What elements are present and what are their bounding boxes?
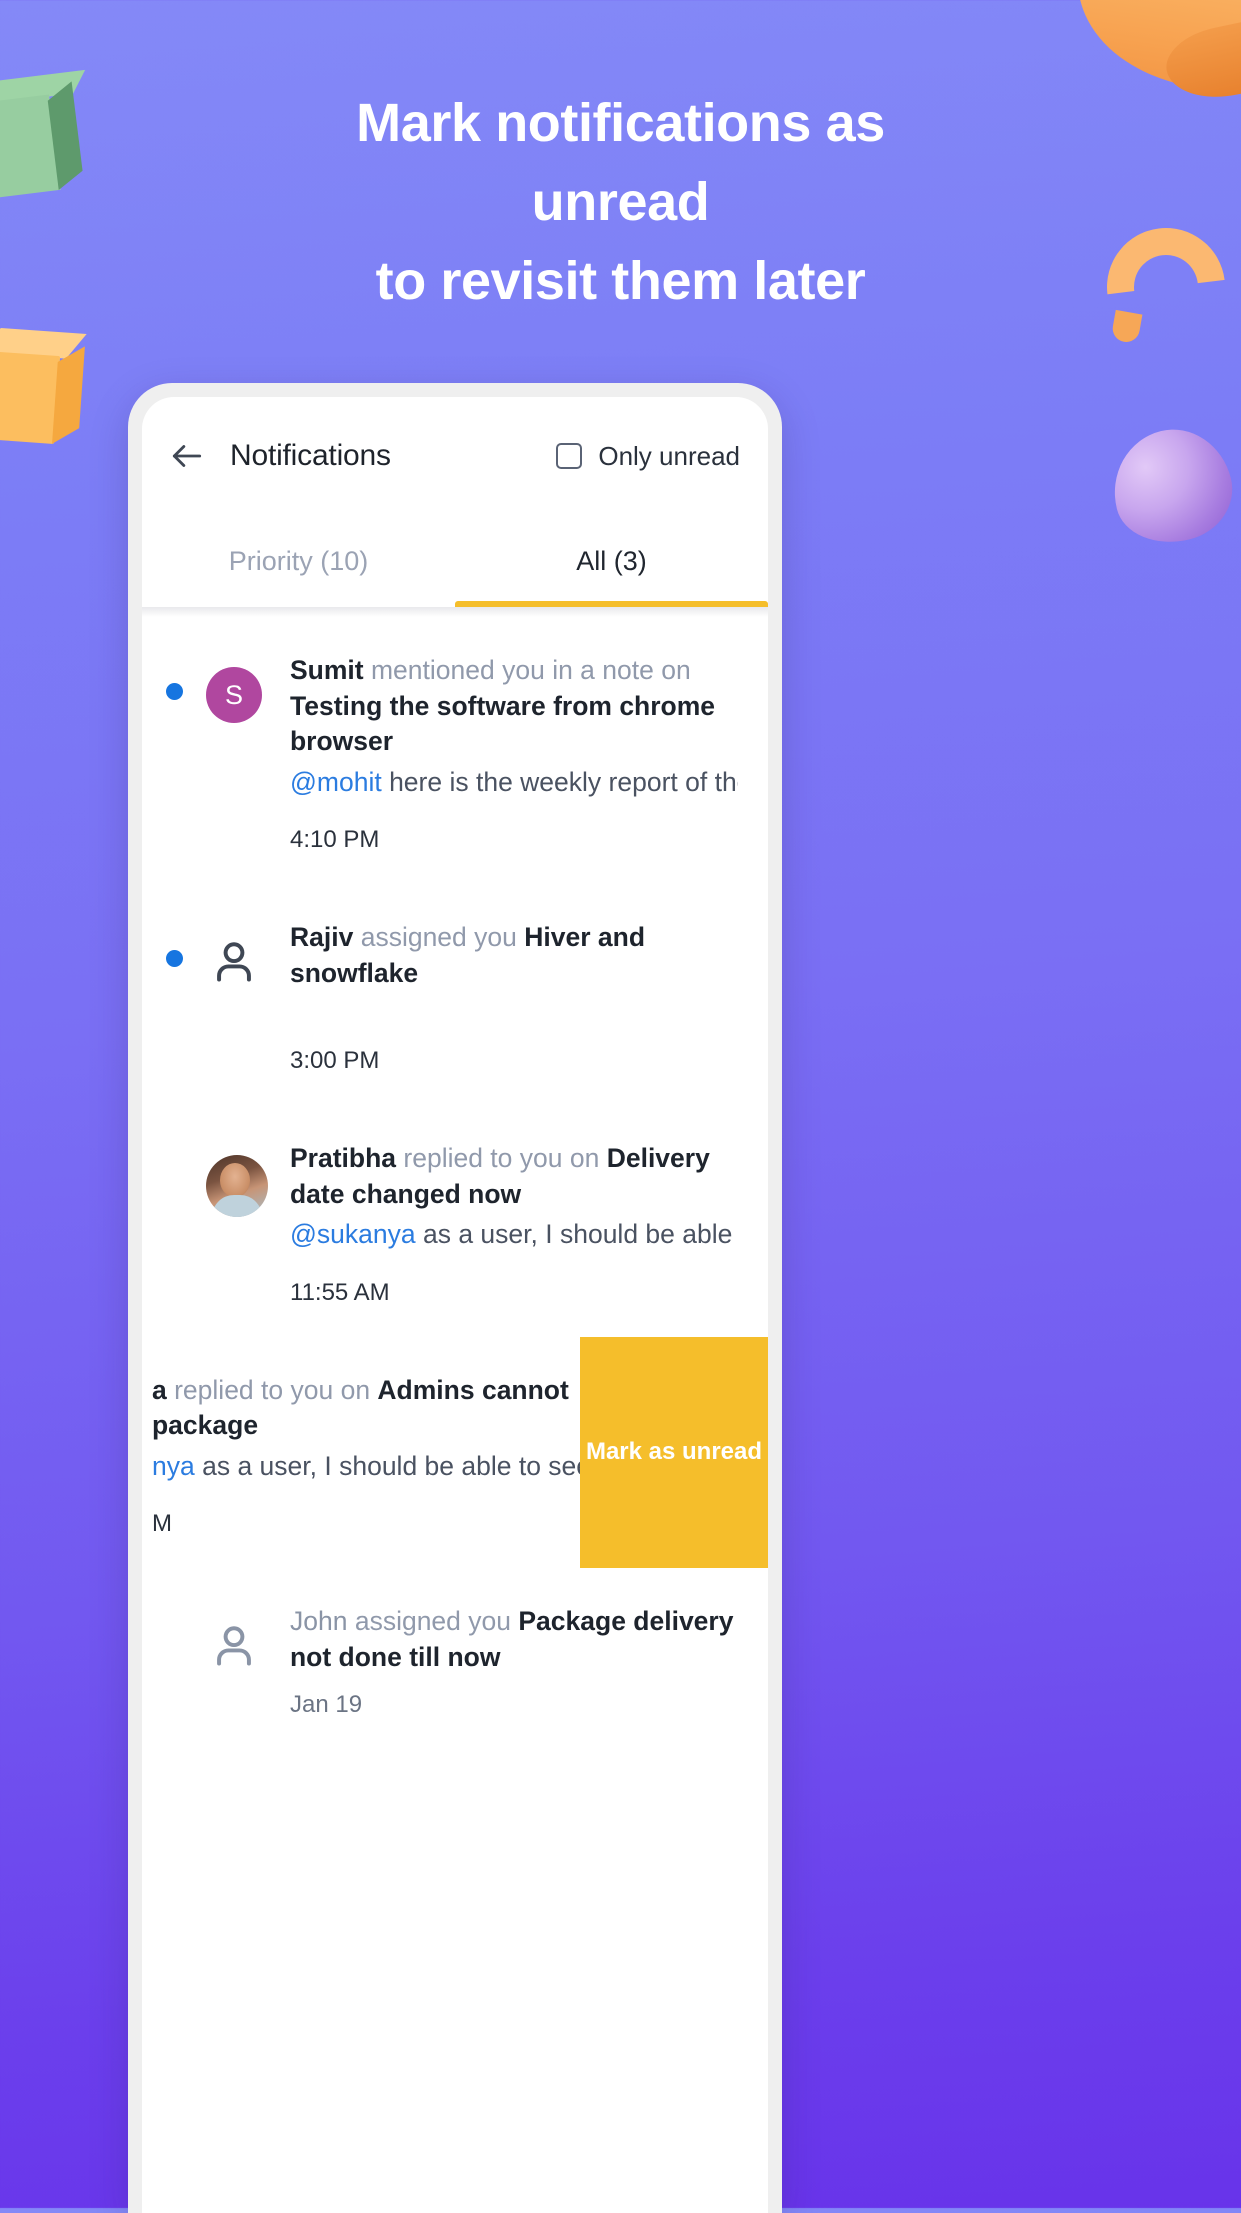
notification-preview: @mohit here is the weekly report of the … <box>290 765 738 801</box>
mark-as-unread-button[interactable]: Mark as unread <box>580 1336 768 1568</box>
notification-body: John assigned you Package delivery not d… <box>290 1604 738 1719</box>
notification-timestamp: 3:00 PM <box>290 1047 380 1074</box>
notification-preview: nya as a user, I should be able to see t… <box>152 1449 600 1485</box>
unread-indicator <box>166 1604 206 1719</box>
notification-headline: John assigned you Package delivery not d… <box>290 1604 738 1675</box>
notification-list: S Sumit mentioned you in a note on Testi… <box>142 617 768 1749</box>
notification-actor: Pratibha <box>290 1143 397 1173</box>
notification-item[interactable]: John assigned you Package delivery not d… <box>142 1568 768 1749</box>
preview-text: here is the weekly report of the la… <box>389 766 738 797</box>
avatar <box>206 920 290 1075</box>
notification-headline: a replied to you on Admins cannot packag… <box>152 1373 600 1444</box>
avatar <box>142 1373 152 1539</box>
notification-item[interactable]: S Sumit mentioned you in a note on Testi… <box>142 617 768 884</box>
app-header: Notifications Only unread <box>142 397 768 515</box>
arrow-left-icon[interactable] <box>168 437 206 475</box>
only-unread-checkbox[interactable] <box>556 443 583 469</box>
notification-headline: Sumit mentioned you in a note on Testing… <box>290 653 738 760</box>
mention-link[interactable]: @mohit <box>290 767 382 797</box>
unread-dot <box>166 950 183 967</box>
avatar <box>206 1604 290 1719</box>
mark-as-unread-label: Mark as unread <box>585 1438 763 1466</box>
unread-indicator <box>166 1141 206 1307</box>
tab-all-label: All (3) <box>576 545 647 576</box>
notification-verb: assigned you <box>353 922 525 952</box>
notification-swipe-content[interactable]: a replied to you on Admins cannot packag… <box>142 1336 630 1568</box>
headline-line-3: to revisit them later <box>375 250 866 311</box>
avatar-initial: S <box>206 667 262 723</box>
notification-subject: Testing the software from chrome browser <box>290 690 716 757</box>
phone-screen: Notifications Only unread Priority (10) … <box>142 397 768 2213</box>
notification-actor: Rajiv <box>290 922 354 952</box>
notification-verb: replied to you on <box>396 1143 607 1173</box>
notification-actor: Sumit <box>290 655 364 685</box>
unread-dot <box>166 683 183 700</box>
notification-headline: Rajiv assigned you Hiver and snowflake <box>290 920 738 991</box>
mention-link[interactable]: @sukanya <box>290 1219 416 1249</box>
tab-priority[interactable]: Priority (10) <box>142 515 455 607</box>
preview-text: as a user, I should be able to see trasn… <box>202 1450 600 1481</box>
notification-body: Rajiv assigned you Hiver and snowflake 3… <box>290 920 738 1075</box>
notification-body: Sumit mentioned you in a note on Testing… <box>290 653 738 854</box>
avatar-photo <box>206 1155 268 1217</box>
only-unread-label: Only unread <box>598 440 740 471</box>
notification-tabs: Priority (10) All (3) <box>142 515 768 607</box>
notification-preview: @sukanya as a user, I should be able to … <box>290 1217 738 1253</box>
person-icon <box>217 942 251 982</box>
tabs-divider <box>142 607 768 617</box>
mention-link[interactable]: nya <box>152 1451 195 1481</box>
notification-timestamp: 11:55 AM <box>290 1278 390 1306</box>
yellow-cube-decoration <box>0 326 87 445</box>
headline-line-1: Mark notifications as <box>356 93 885 153</box>
notification-timestamp: Jan 19 <box>290 1691 363 1718</box>
unread-indicator <box>166 653 206 854</box>
notification-item[interactable]: Pratibha replied to you on Delivery date… <box>142 1105 768 1337</box>
page-title: Notifications <box>230 439 391 472</box>
notification-headline: Pratibha replied to you on Delivery date… <box>290 1141 738 1212</box>
preview-text: as a user, I should be able to see t… <box>422 1219 738 1249</box>
only-unread-toggle[interactable]: Only unread <box>556 441 740 472</box>
notification-verb: assigned you <box>347 1606 519 1636</box>
purple-sphere-decoration <box>1101 417 1241 555</box>
notification-body: a replied to you on Admins cannot packag… <box>152 1373 600 1539</box>
person-icon <box>217 1626 251 1666</box>
notification-item-swiped[interactable]: a replied to you on Admins cannot packag… <box>142 1336 768 1568</box>
headline-line-2: unread <box>531 171 710 232</box>
notification-verb: mentioned you in a note on <box>363 655 691 685</box>
avatar <box>206 1141 290 1307</box>
notification-item[interactable]: Rajiv assigned you Hiver and snowflake 3… <box>142 884 768 1105</box>
notification-actor: John <box>290 1606 348 1636</box>
notification-actor: a <box>152 1374 167 1405</box>
phone-mockup: Notifications Only unread Priority (10) … <box>128 383 782 2213</box>
notification-verb: replied to you on <box>166 1374 378 1405</box>
page-headline: Mark notifications as unread to revisit … <box>0 84 1241 320</box>
unread-indicator <box>166 920 206 1075</box>
tab-all[interactable]: All (3) <box>455 515 768 607</box>
avatar: S <box>206 653 290 854</box>
notification-timestamp: 4:10 PM <box>290 826 380 853</box>
tab-priority-label: Priority (10) <box>228 545 369 576</box>
notification-timestamp: M <box>152 1510 172 1537</box>
notification-body: Pratibha replied to you on Delivery date… <box>290 1141 738 1307</box>
